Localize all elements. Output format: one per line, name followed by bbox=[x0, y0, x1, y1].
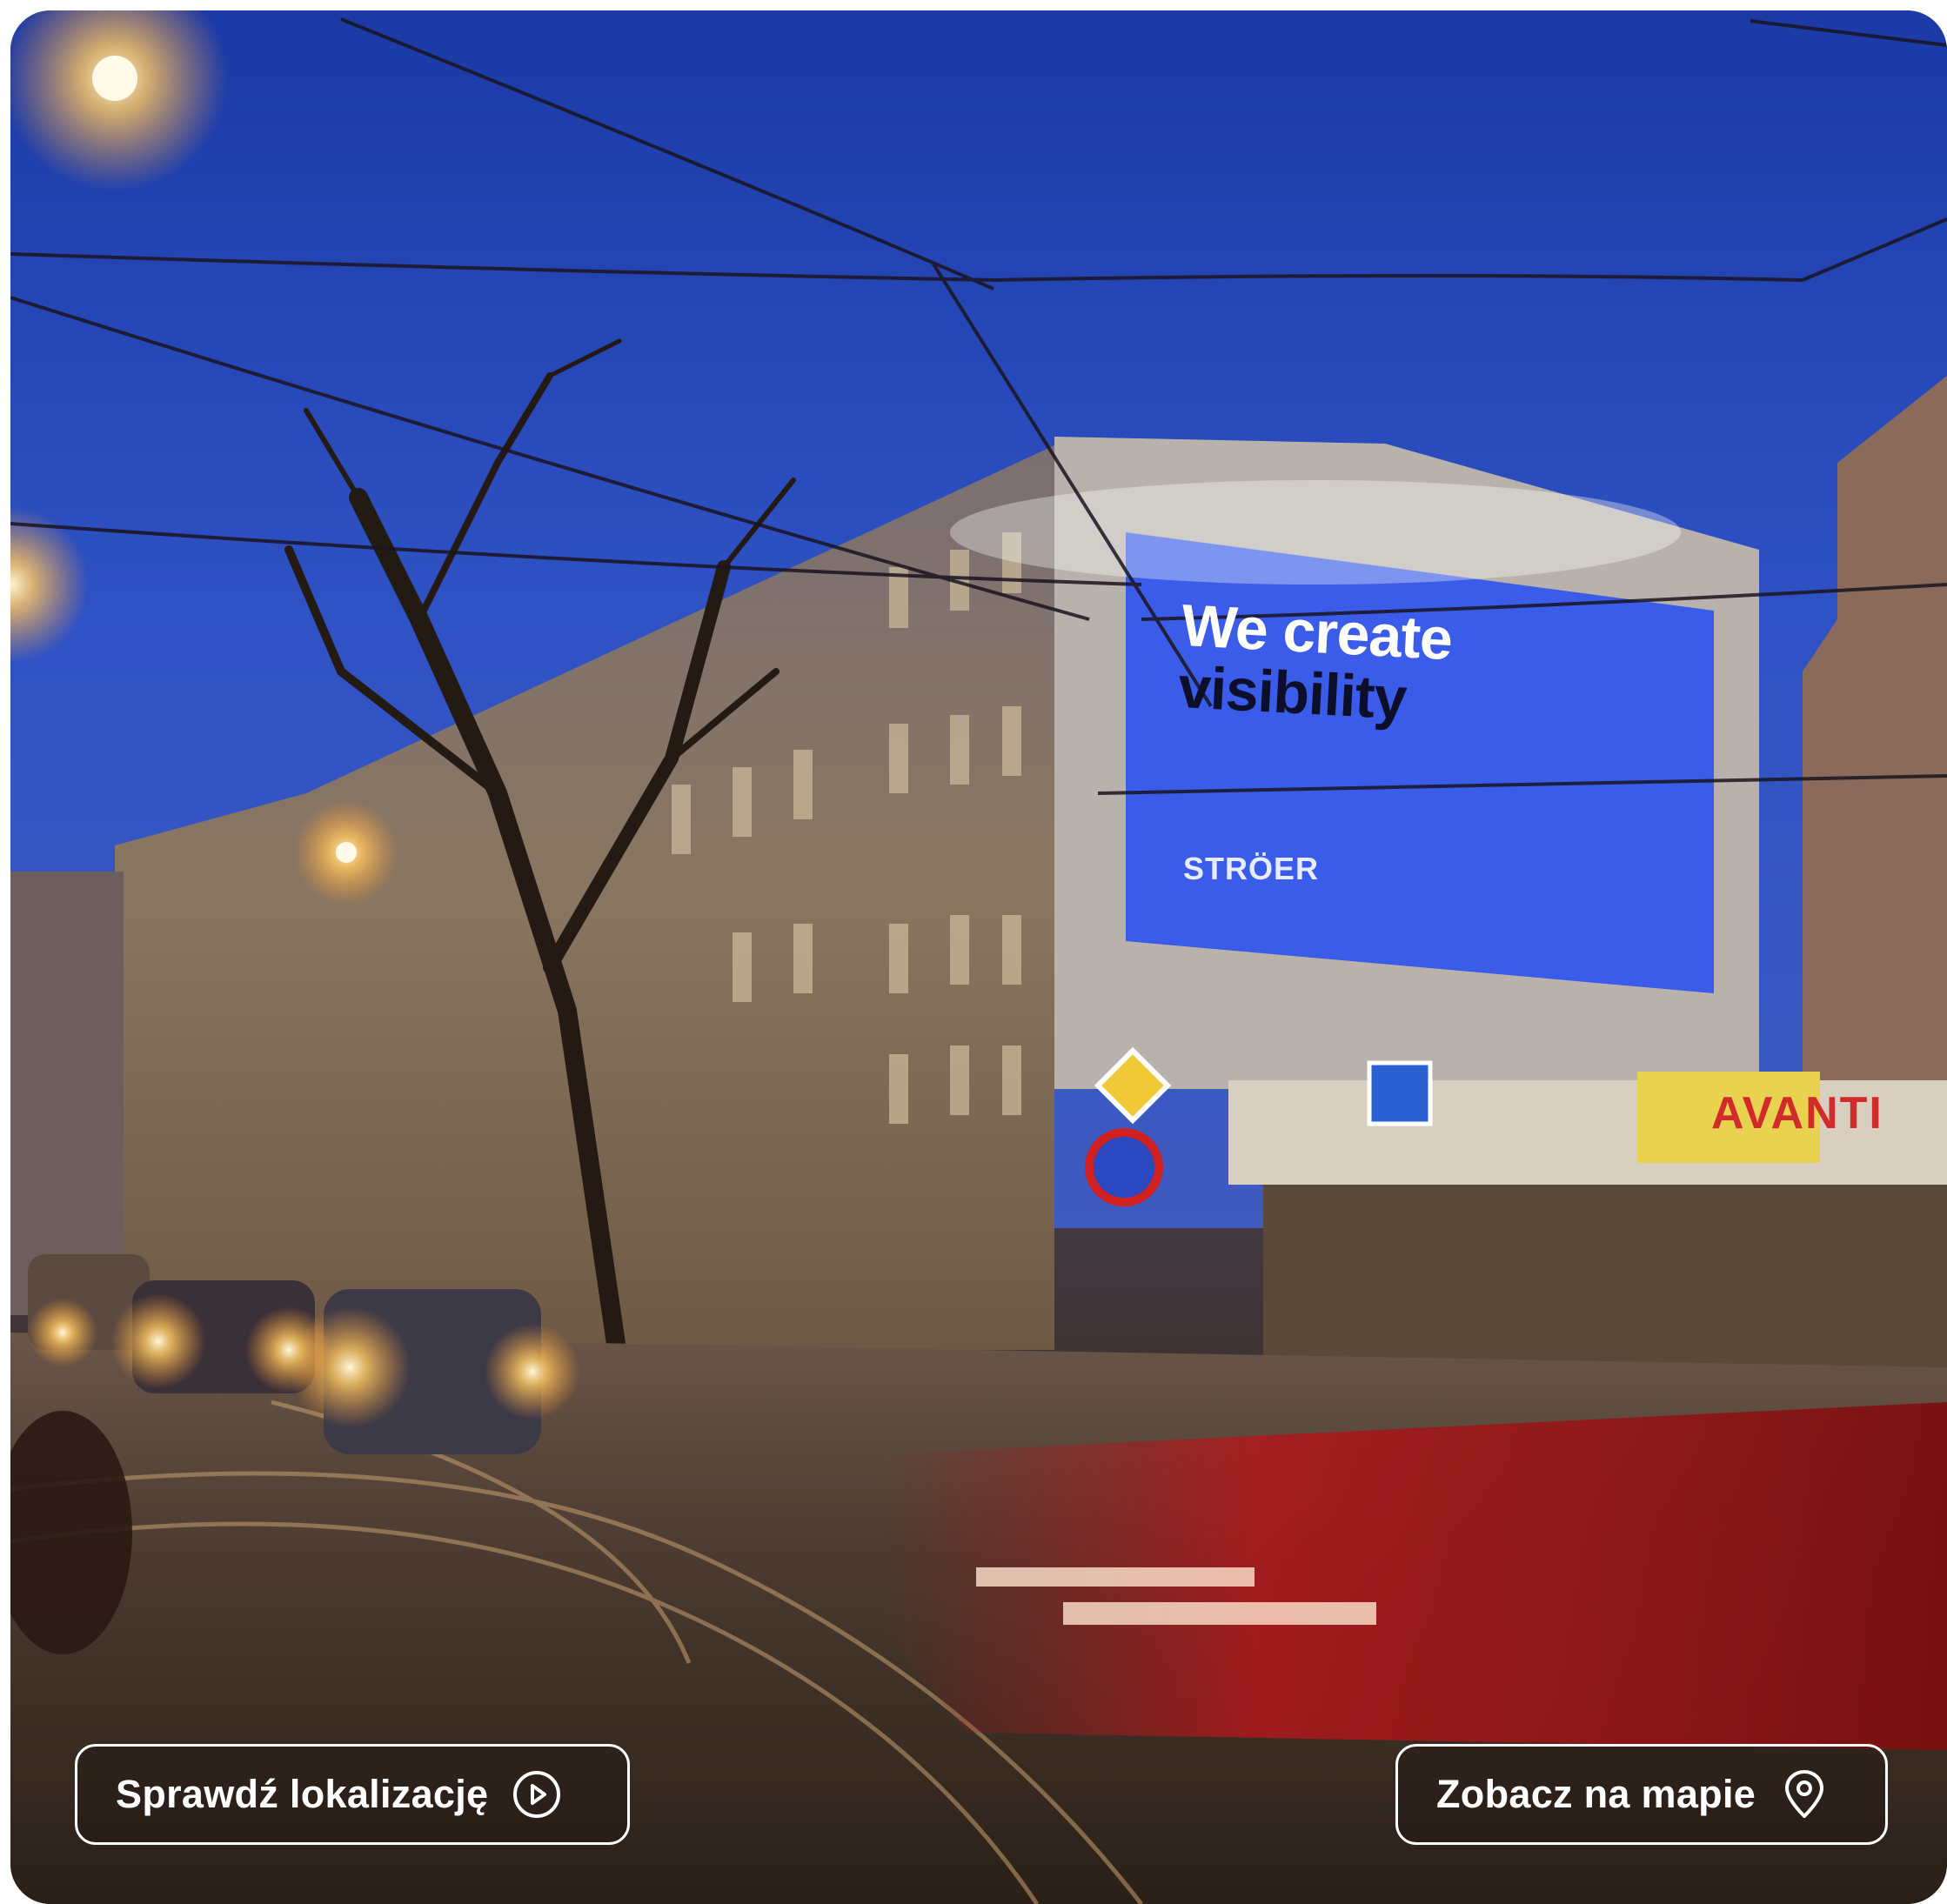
location-photo-card: We create visibility STRÖER AVANTI Spraw… bbox=[10, 10, 1947, 1904]
billboard-brand-logo: STRÖER bbox=[1183, 851, 1320, 886]
check-location-button[interactable]: Sprawdź lokalizację bbox=[75, 1744, 630, 1845]
play-circle-icon bbox=[511, 1768, 563, 1820]
crosswalk-sign bbox=[1367, 1060, 1433, 1126]
map-pin-icon bbox=[1778, 1768, 1830, 1820]
view-on-map-button[interactable]: Zobacz na mapie bbox=[1395, 1744, 1888, 1845]
no-stopping-sign bbox=[1085, 1128, 1163, 1206]
check-location-label: Sprawdź lokalizację bbox=[116, 1772, 489, 1816]
billboard-headline: We create visibility bbox=[1176, 592, 1453, 733]
view-on-map-label: Zobacz na mapie bbox=[1436, 1772, 1756, 1816]
street-night-photo bbox=[10, 10, 1947, 1904]
far-left-building bbox=[10, 872, 124, 1315]
shop-sign: AVANTI bbox=[1711, 1088, 1883, 1139]
